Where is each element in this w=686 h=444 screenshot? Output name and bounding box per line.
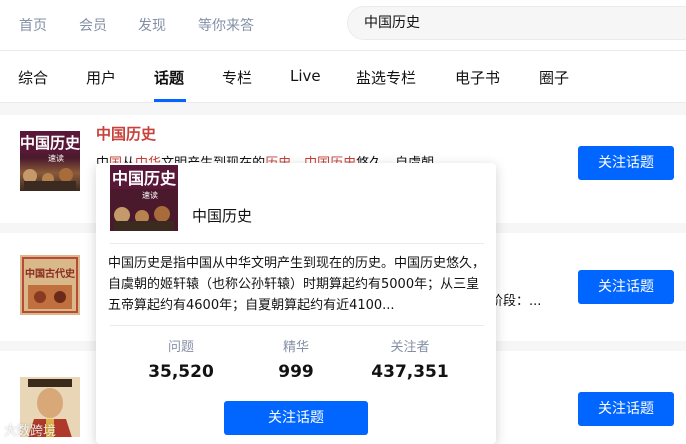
stat-label: 精华 — [282, 340, 309, 355]
topic-title[interactable]: 中国历史 — [96, 123, 156, 144]
nav-discover[interactable]: 发现 — [138, 15, 166, 35]
follow-topic-button[interactable]: 关注话题 — [224, 401, 368, 435]
topic-thumbnail[interactable]: 中国古代史 — [20, 255, 80, 315]
thumb-subtext: 速读 — [142, 190, 158, 200]
book-cover-image: 中国古代史 — [20, 255, 80, 315]
search-input[interactable]: 中国历史 — [347, 6, 686, 40]
tab-columns[interactable]: 专栏 — [222, 67, 252, 88]
tab-salt-columns[interactable]: 盐选专栏 — [356, 67, 416, 88]
divider — [110, 325, 484, 326]
stat-value: 35,520 — [148, 362, 214, 382]
thumb-subtext: 速读 — [48, 153, 64, 163]
active-tab-indicator — [154, 99, 186, 102]
tab-live[interactable]: Live — [290, 67, 321, 85]
search-tabs: 综合 用户 话题 专栏 Live 盐选专栏 电子书 圈子 — [0, 51, 686, 103]
stat-followers[interactable]: 关注者 437,351 — [360, 336, 460, 382]
top-bar: 首页 会员 发现 等你来答 中国历史 — [0, 0, 686, 51]
topic-excerpt: 阶段：... — [490, 294, 542, 309]
stat-label: 关注者 — [390, 340, 430, 355]
thumb-text: 中国历史 — [112, 169, 177, 188]
stat-value: 437,351 — [371, 362, 449, 382]
tab-users[interactable]: 用户 — [86, 67, 116, 88]
follow-topic-button[interactable]: 关注话题 — [578, 270, 674, 304]
book-cover-image: 中国历史 速读 — [20, 131, 80, 191]
watermark: 大数跨境 — [4, 424, 57, 439]
tab-topics[interactable]: 话题 — [154, 67, 184, 88]
topic-thumbnail[interactable]: 中国历史 速读 — [110, 165, 178, 231]
book-cover-image: 中国历史 速读 — [110, 165, 178, 231]
nav-vip[interactable]: 会员 — [79, 15, 107, 35]
topic-hover-card: 中国历史 速读 中国历史 中国历史是指中国从中华文明产生到现在的历史。中国历史悠… — [96, 163, 496, 444]
stat-value: 999 — [278, 362, 314, 382]
stat-questions[interactable]: 问题 35,520 — [131, 336, 231, 382]
tab-ebooks[interactable]: 电子书 — [455, 67, 500, 88]
follow-topic-button[interactable]: 关注话题 — [578, 392, 674, 426]
divider — [110, 243, 484, 244]
stat-label: 问题 — [167, 340, 194, 355]
thumb-text: 中国历史 — [20, 134, 80, 152]
nav-home[interactable]: 首页 — [19, 15, 47, 35]
topic-thumbnail[interactable]: 中国历史 速读 — [20, 131, 80, 191]
topic-name[interactable]: 中国历史 — [192, 205, 252, 226]
stat-featured[interactable]: 精华 999 — [246, 336, 346, 382]
topic-description: 中国历史是指中国从中华文明产生到现在的历史。中国历史悠久，自虞朝的姬轩辕（也称公… — [108, 256, 486, 313]
follow-topic-button[interactable]: 关注话题 — [578, 146, 674, 180]
tab-circles[interactable]: 圈子 — [539, 67, 569, 88]
nav-waiting-answers[interactable]: 等你来答 — [198, 15, 254, 35]
tab-all[interactable]: 综合 — [18, 67, 48, 88]
thumb-text: 中国古代史 — [25, 267, 76, 280]
